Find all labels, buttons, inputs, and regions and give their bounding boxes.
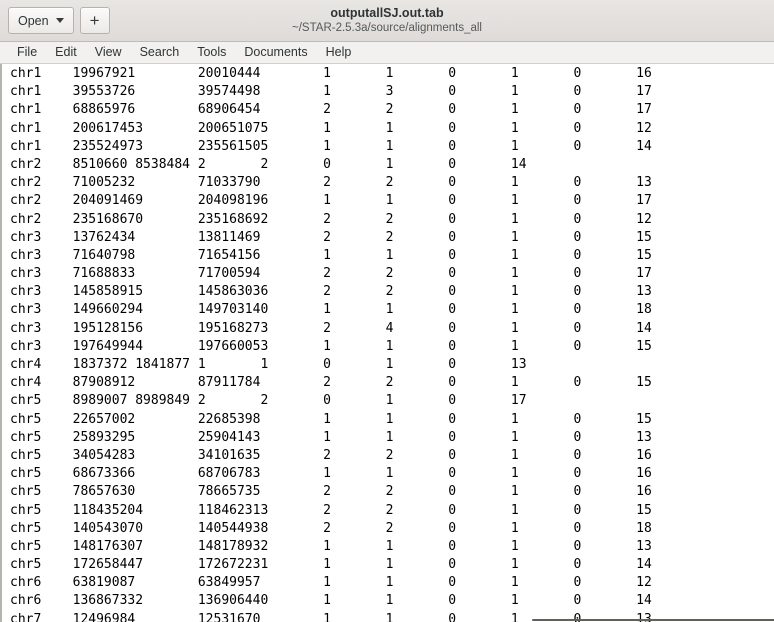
document-line: chr5 78657630 78665735 2 2 0 1 0 16: [10, 484, 652, 500]
document-line: chr1 235524973 235561505 1 1 0 1 0 14: [10, 138, 652, 154]
document-line: chr5 118435204 118462313 2 2 0 1 0 15: [10, 502, 652, 518]
document-line: chr5 34054283 34101635 2 2 0 1 0 16: [10, 447, 652, 463]
menu-item-edit[interactable]: Edit: [46, 42, 86, 63]
document-text-view[interactable]: chr1 19967921 20010444 1 1 0 1 0 16 chr1 …: [2, 64, 774, 622]
document-line: chr2 235168670 235168692 2 2 0 1 0 12: [10, 211, 652, 227]
document-line: chr5 22657002 22685398 1 1 0 1 0 15: [10, 411, 652, 427]
document-line: chr2 204091469 204098196 1 1 0 1 0 17: [10, 193, 652, 209]
gedit-window: Open + outputallSJ.out.tab ~/STAR-2.5.3a…: [0, 0, 774, 622]
open-button-label: Open: [18, 13, 49, 28]
document-line: chr3 71688833 71700594 2 2 0 1 0 17: [10, 266, 652, 282]
header-bar: Open + outputallSJ.out.tab ~/STAR-2.5.3a…: [0, 0, 774, 42]
document-line: chr5 25893295 25904143 1 1 0 1 0 13: [10, 429, 652, 445]
document-line: chr5 8989007 8989849 2 2 0 1 0 17: [10, 393, 527, 409]
horizontal-scrollbar-thumb[interactable]: [532, 619, 774, 621]
header-bar-left-controls: Open +: [8, 7, 110, 34]
document-line: chr5 148176307 148178932 1 1 0 1 0 13: [10, 538, 652, 554]
document-line: chr5 140543070 140544938 2 2 0 1 0 18: [10, 520, 652, 536]
document-line: chr2 71005232 71033790 2 2 0 1 0 13: [10, 175, 652, 191]
document-line: chr1 19967921 20010444 1 1 0 1 0 16: [10, 66, 652, 81]
page-subtitle-path: ~/STAR-2.5.3a/source/alignments_all: [292, 22, 482, 34]
document-line: chr1 68865976 68906454 2 2 0 1 0 17: [10, 102, 652, 118]
document-line: chr5 172658447 172672231 1 1 0 1 0 14: [10, 557, 652, 573]
document-line: chr1 200617453 200651075 1 1 0 1 0 12: [10, 120, 652, 136]
chevron-down-icon: [55, 18, 64, 23]
menu-bar: File Edit View Search Tools Documents He…: [0, 42, 774, 64]
menu-item-file[interactable]: File: [8, 42, 46, 63]
document-line: chr6 136867332 136906440 1 1 0 1 0 14: [10, 593, 652, 609]
menu-item-view[interactable]: View: [86, 42, 131, 63]
document-line: chr3 197649944 197660053 1 1 0 1 0 15: [10, 338, 652, 354]
menu-item-tools[interactable]: Tools: [188, 42, 235, 63]
document-line: chr4 1837372 1841877 1 1 0 1 0 13: [10, 357, 527, 372]
document-line: chr3 195128156 195168273 2 4 0 1 0 14: [10, 320, 652, 336]
horizontal-scrollbar[interactable]: [2, 617, 774, 622]
page-title: outputallSJ.out.tab: [330, 6, 444, 20]
window-title-block: outputallSJ.out.tab ~/STAR-2.5.3a/source…: [0, 0, 774, 41]
text-view-container: chr1 19967921 20010444 1 1 0 1 0 16 chr1 …: [0, 64, 774, 622]
document-line: chr5 68673366 68706783 1 1 0 1 0 16: [10, 466, 652, 482]
document-line: chr3 145858915 145863036 2 2 0 1 0 13: [10, 284, 652, 300]
menu-item-help[interactable]: Help: [317, 42, 361, 63]
document-line: chr4 87908912 87911784 2 2 0 1 0 15: [10, 375, 652, 391]
menu-item-documents[interactable]: Documents: [235, 42, 316, 63]
menu-item-search[interactable]: Search: [131, 42, 189, 63]
new-tab-button[interactable]: +: [79, 7, 110, 34]
document-line: chr6 63819087 63849957 1 1 0 1 0 12: [10, 575, 652, 591]
document-line: chr1 39553726 39574498 1 3 0 1 0 17: [10, 84, 652, 100]
document-line: chr3 149660294 149703140 1 1 0 1 0 18: [10, 302, 652, 318]
document-line: chr2 8510660 8538484 2 2 0 1 0 14: [10, 156, 527, 172]
open-button[interactable]: Open: [8, 7, 74, 34]
document-line: chr3 13762434 13811469 2 2 0 1 0 15: [10, 229, 652, 245]
document-line: chr3 71640798 71654156 1 1 0 1 0 15: [10, 247, 652, 263]
plus-icon: +: [89, 10, 100, 30]
